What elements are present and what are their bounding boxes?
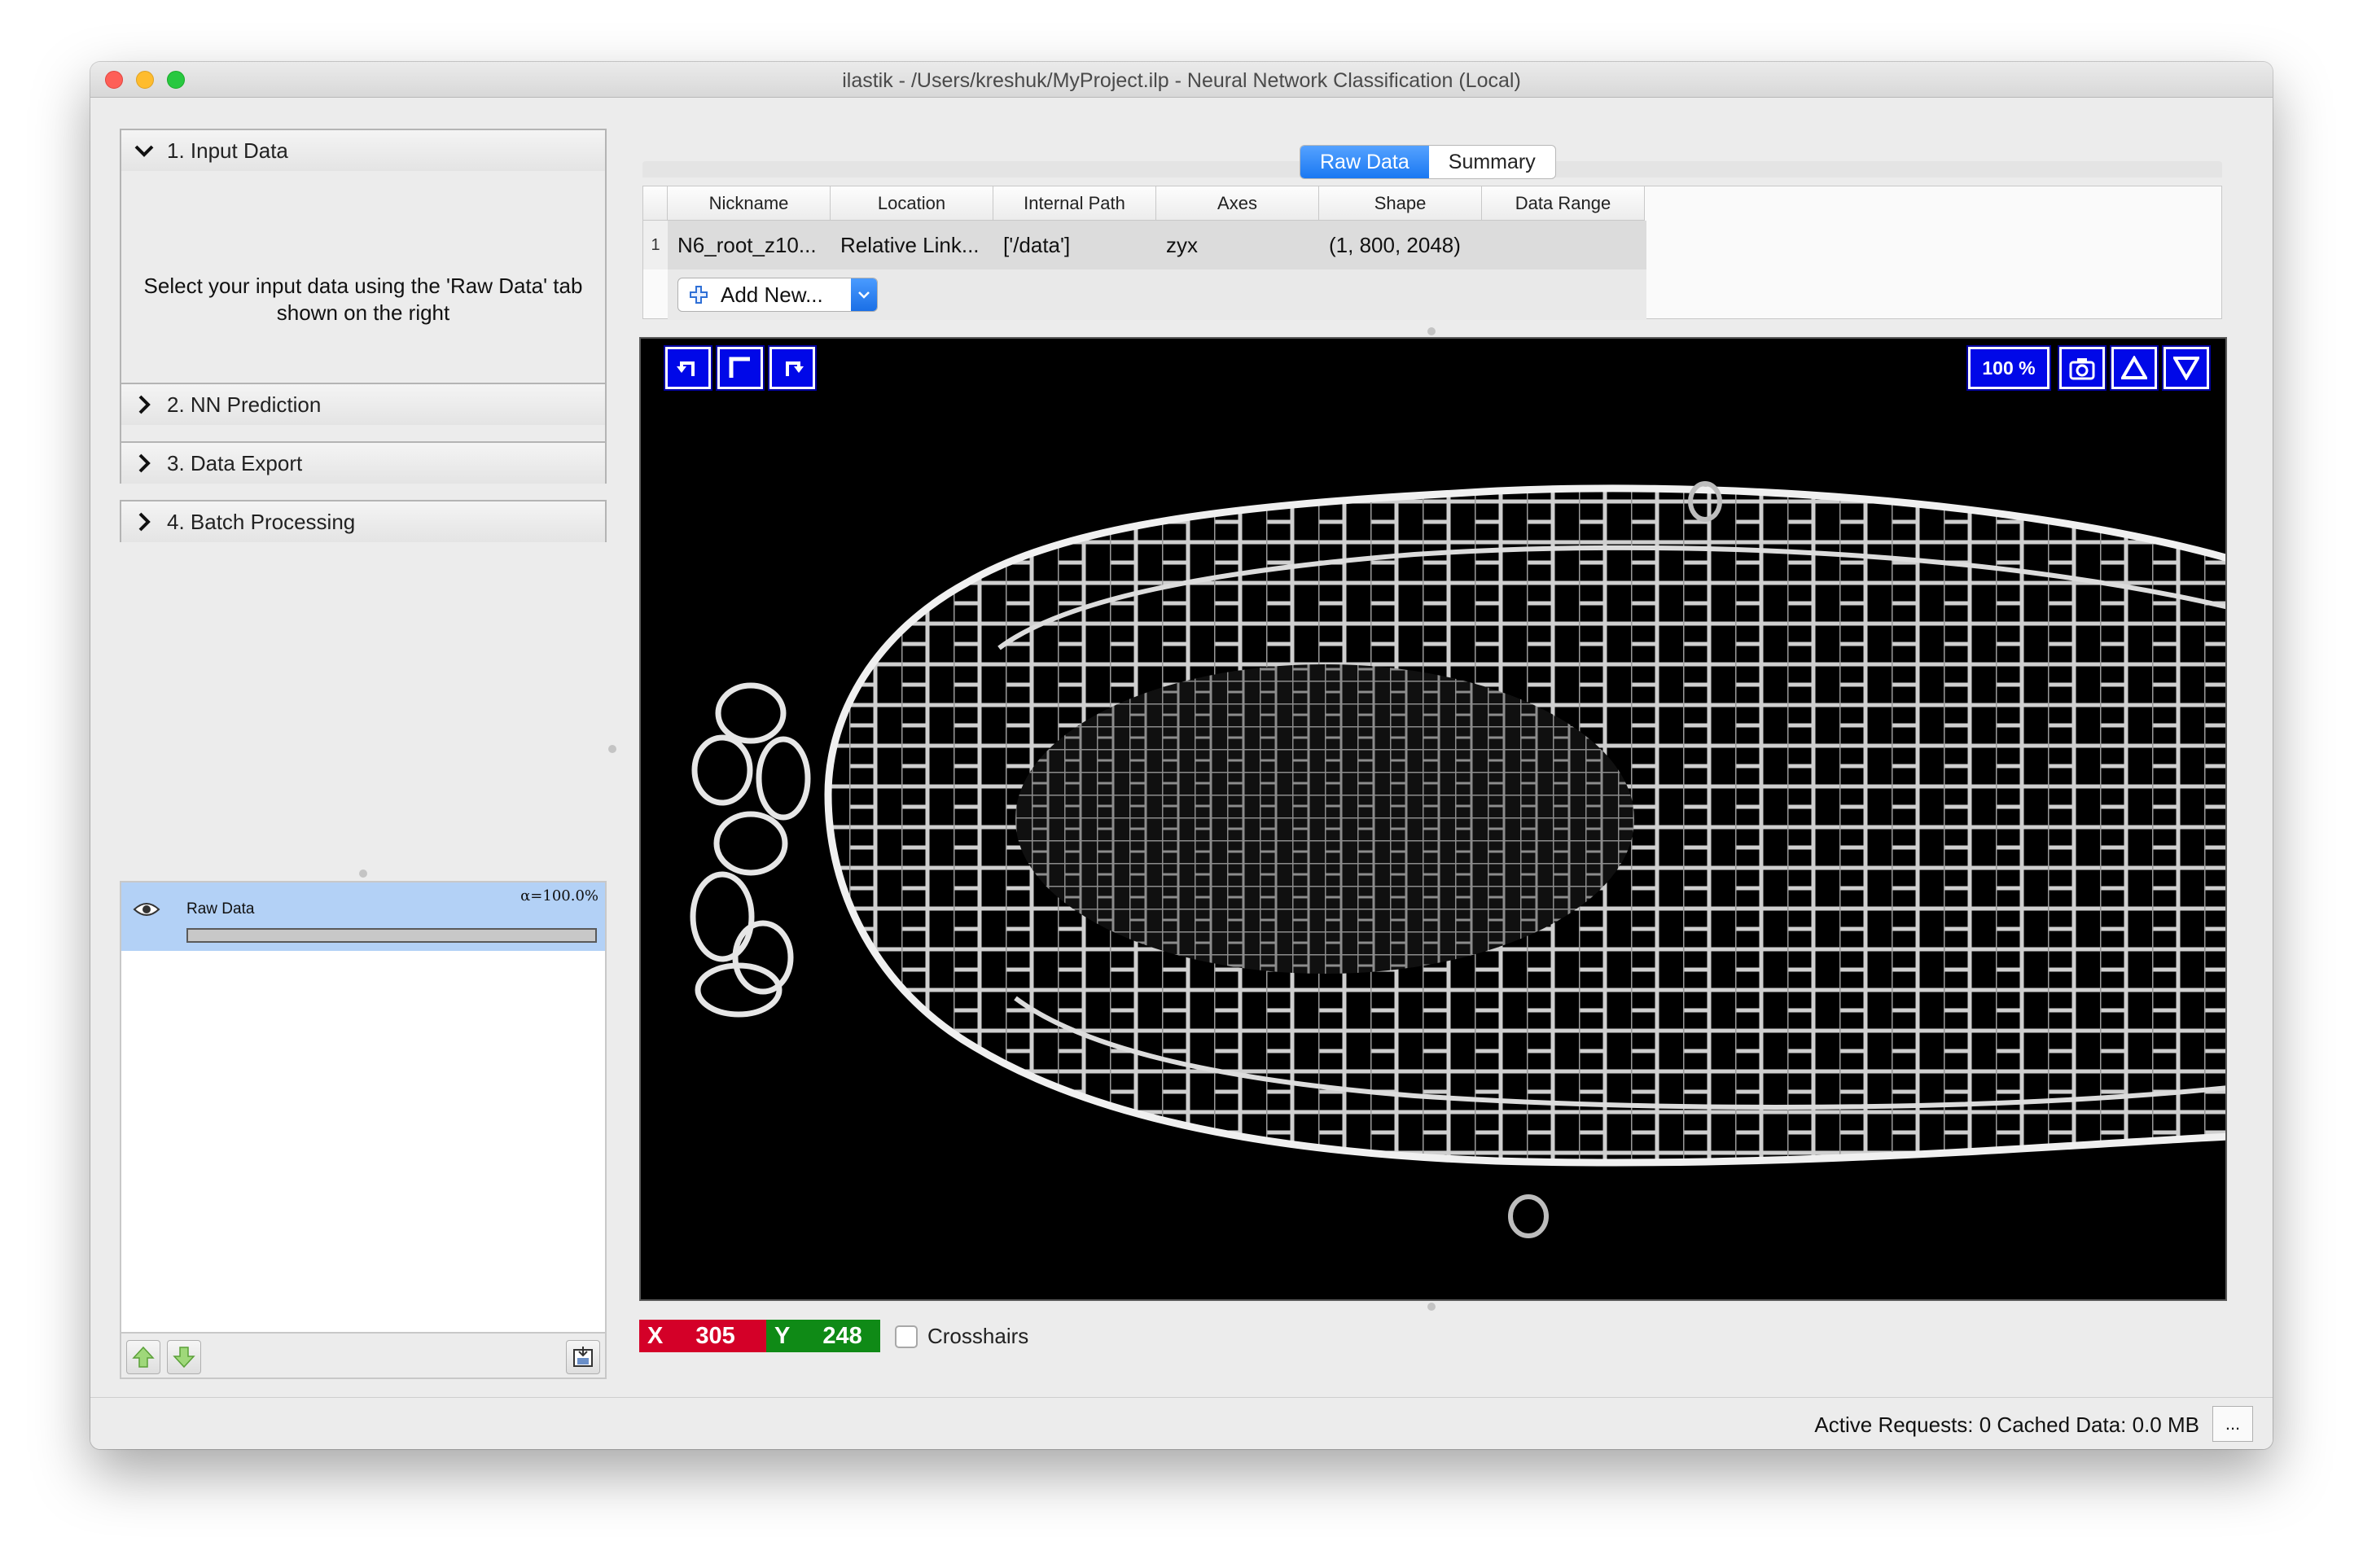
table-splitter-handle[interactable] xyxy=(1427,327,1436,335)
slice-up-icon xyxy=(2121,356,2147,379)
status-more-button[interactable]: ... xyxy=(2212,1406,2253,1442)
cell-nickname[interactable]: N6_root_z10... xyxy=(668,221,831,269)
applet-header-input-data[interactable]: 1. Input Data xyxy=(121,130,605,171)
column-header[interactable]: Internal Path xyxy=(993,186,1156,221)
applet-header-batch-processing[interactable]: 4. Batch Processing xyxy=(121,501,605,542)
chevron-right-icon xyxy=(138,453,151,473)
reset-view-button[interactable] xyxy=(716,345,765,391)
add-row: Add New... xyxy=(668,269,1646,320)
redo-rotate-icon xyxy=(786,361,804,376)
x-coordinate[interactable]: X 305 xyxy=(639,1320,766,1352)
cell-shape[interactable]: (1, 800, 2048) xyxy=(1319,221,1482,269)
corner-header xyxy=(643,186,668,221)
reset-view-icon xyxy=(729,357,750,378)
layer-name: Raw Data xyxy=(186,900,255,918)
applet-label: 3. Data Export xyxy=(167,450,303,475)
screenshot-button[interactable] xyxy=(2058,345,2107,391)
cell-internal-path[interactable]: ['/data'] xyxy=(993,221,1156,269)
applet-data-export[interactable]: 3. Data Export xyxy=(120,441,607,484)
main-splitter-handle[interactable] xyxy=(608,745,616,753)
row-number[interactable]: 1 xyxy=(643,221,668,269)
add-new-dropdown[interactable] xyxy=(851,278,877,311)
chevron-down-icon xyxy=(858,291,870,299)
camera-icon xyxy=(2069,358,2095,380)
title-bar: ilastik - /Users/kreshuk/MyProject.ilp -… xyxy=(90,62,2273,98)
layer-button-bar xyxy=(120,1334,607,1379)
crosshairs-checkbox[interactable] xyxy=(895,1325,918,1348)
cell-axes[interactable]: zyx xyxy=(1156,221,1319,269)
column-header[interactable]: Location xyxy=(831,186,993,221)
table-row[interactable]: N6_root_z10... Relative Link... ['/data'… xyxy=(668,221,1646,269)
panel-splitter-handle[interactable] xyxy=(359,869,367,878)
add-new-label: Add New... xyxy=(721,282,823,307)
column-header[interactable]: Shape xyxy=(1319,186,1482,221)
dataset-table: Nickname Location Internal Path Axes Sha… xyxy=(642,186,2222,320)
slice-down-icon xyxy=(2173,357,2199,380)
export-icon xyxy=(573,1347,593,1367)
slice-down-button[interactable] xyxy=(2162,345,2211,391)
applet-batch-processing[interactable]: 4. Batch Processing xyxy=(120,500,607,542)
arrow-up-icon xyxy=(132,1346,155,1368)
x-label: X xyxy=(647,1322,664,1349)
chevron-right-icon xyxy=(138,512,151,532)
move-layer-down-button[interactable] xyxy=(167,1340,201,1374)
status-text: Active Requests: 0 Cached Data: 0.0 MB xyxy=(1814,1413,2199,1437)
applet-header-nn-prediction[interactable]: 2. NN Prediction xyxy=(121,384,605,425)
arrow-down-icon xyxy=(173,1347,195,1369)
layer-opacity-bar[interactable] xyxy=(186,928,597,943)
column-header[interactable]: Axes xyxy=(1156,186,1319,221)
table-header: Nickname Location Internal Path Axes Sha… xyxy=(643,186,1645,221)
slice-up-button[interactable] xyxy=(2110,345,2159,391)
undo-rotate-icon xyxy=(677,361,695,376)
position-readout: X 305 Y 248 xyxy=(639,1320,880,1352)
viewer-splitter-handle[interactable] xyxy=(1427,1303,1436,1311)
y-coordinate[interactable]: Y 248 xyxy=(766,1320,880,1352)
x-value: 305 xyxy=(695,1322,735,1349)
applet-label: 1. Input Data xyxy=(167,138,288,163)
image-viewer[interactable]: 100 % xyxy=(639,337,2227,1301)
tab-summary[interactable]: Summary xyxy=(1429,146,1555,178)
data-tabs: Raw Data Summary xyxy=(1300,145,1556,179)
plus-icon xyxy=(690,286,708,304)
cell-location[interactable]: Relative Link... xyxy=(831,221,993,269)
redo-rotate-button[interactable] xyxy=(768,345,817,391)
input-data-help-text: Select your input data using the 'Raw Da… xyxy=(143,274,583,325)
move-layer-up-button[interactable] xyxy=(126,1340,160,1374)
eye-icon[interactable] xyxy=(133,900,160,918)
layer-list: Raw Data α=100.0% xyxy=(120,881,607,1334)
status-bar: Active Requests: 0 Cached Data: 0.0 MB .… xyxy=(90,1397,2273,1449)
layer-opacity: α=100.0% xyxy=(520,887,598,904)
y-label: Y xyxy=(774,1322,791,1349)
applet-label: 2. NN Prediction xyxy=(167,392,322,417)
applet-header-data-export[interactable]: 3. Data Export xyxy=(121,443,605,484)
cell-data-range[interactable] xyxy=(1482,221,1646,269)
crosshairs-label: Crosshairs xyxy=(927,1324,1029,1348)
root-tissue-image[interactable] xyxy=(641,339,2227,1301)
add-new-button[interactable]: Add New... xyxy=(677,278,878,312)
chevron-down-icon xyxy=(134,145,154,157)
applet-nn-prediction[interactable]: 2. NN Prediction xyxy=(120,383,607,425)
y-value: 248 xyxy=(822,1322,862,1349)
column-header[interactable]: Nickname xyxy=(668,186,831,221)
zoom-level-button[interactable]: 100 % xyxy=(1966,345,2051,391)
chevron-right-icon xyxy=(138,395,151,414)
app-window: ilastik - /Users/kreshuk/MyProject.ilp -… xyxy=(90,62,2273,1449)
applet-label: 4. Batch Processing xyxy=(167,509,356,534)
tab-raw-data[interactable]: Raw Data xyxy=(1300,146,1429,178)
layer-item-raw-data[interactable]: Raw Data α=100.0% xyxy=(121,883,605,951)
crosshairs-toggle[interactable]: Crosshairs xyxy=(895,1324,1028,1349)
window-title: ilastik - /Users/kreshuk/MyProject.ilp -… xyxy=(842,69,1521,92)
column-header[interactable]: Data Range xyxy=(1482,186,1645,221)
export-layer-button[interactable] xyxy=(566,1340,600,1374)
undo-rotate-button[interactable] xyxy=(664,345,712,391)
